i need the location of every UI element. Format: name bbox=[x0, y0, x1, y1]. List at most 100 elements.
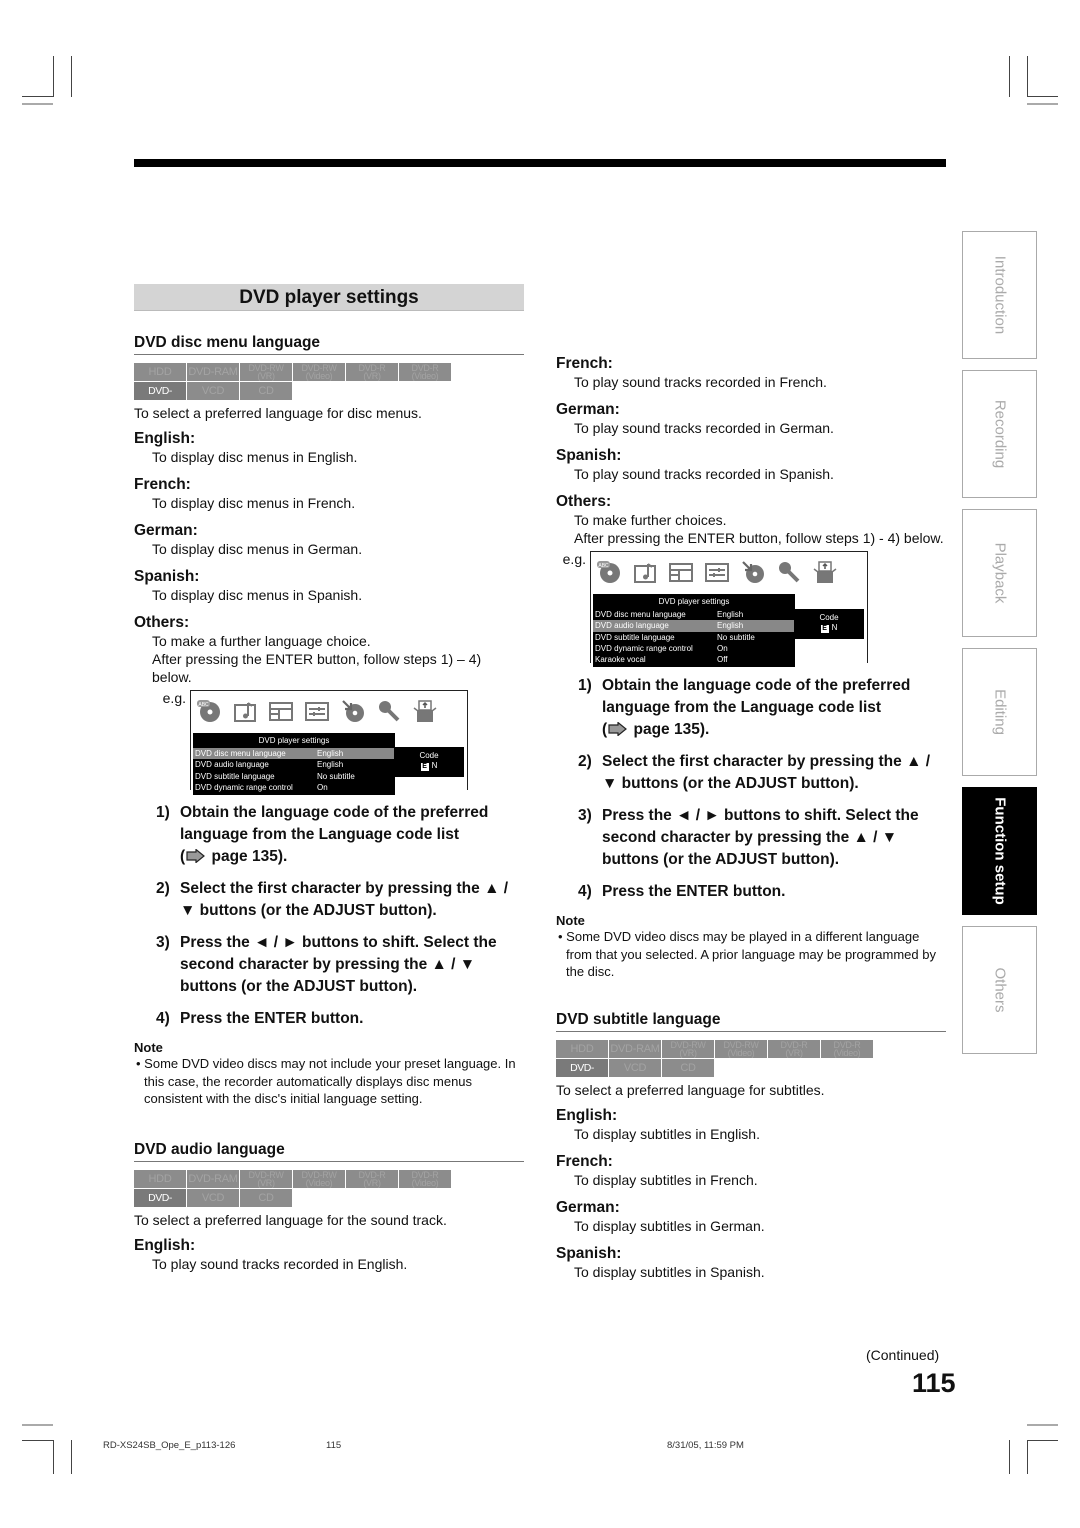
tab-recording[interactable]: Recording bbox=[962, 370, 1037, 498]
crop-mark bbox=[1027, 96, 1058, 97]
note-heading: Note bbox=[556, 913, 585, 928]
crop-mark bbox=[53, 56, 54, 97]
tab-label: Editing bbox=[991, 689, 1008, 735]
option-label: German: bbox=[556, 1198, 620, 1216]
option-label: French: bbox=[556, 355, 613, 372]
osd-menu-row: DVD subtitle language No subtitle bbox=[193, 771, 395, 782]
crop-mark bbox=[1027, 103, 1058, 105]
step-number: 2) bbox=[156, 880, 170, 897]
media-badge: DVD-RAM bbox=[187, 363, 239, 381]
page-title: DVD player settings bbox=[134, 284, 524, 311]
media-badges: HDD DVD-RAM DVD-RW (VR) DVD-RW (Video) DVD-R (V… bbox=[556, 1039, 876, 1077]
media-badge: DVD-RW (VR) bbox=[240, 363, 292, 381]
step-item: 3) Press the ◄ / ► buttons to shift. Sele… bbox=[578, 805, 946, 871]
tab-playback[interactable]: Playback bbox=[962, 509, 1037, 637]
step-item: 2) Select the first character by pressing… bbox=[156, 878, 524, 922]
step-text: Press the ◄ / ► buttons to shift. Select… bbox=[602, 807, 919, 868]
layout-icon bbox=[269, 699, 293, 723]
music-note-icon bbox=[233, 699, 257, 723]
option-desc: After pressing the ENTER button, follow … bbox=[152, 651, 482, 685]
note-body: • Some DVD video discs may be played in … bbox=[558, 929, 936, 979]
tab-label: Playback bbox=[991, 542, 1008, 604]
option-desc: To display subtitles in French. bbox=[574, 1171, 758, 1188]
section-lead: To select a preferred language for the s… bbox=[134, 1211, 447, 1228]
osd-menu-key: DVD dynamic range control bbox=[195, 782, 293, 792]
tab-introduction[interactable]: Introduction bbox=[962, 231, 1037, 359]
option-desc: To display disc menus in English. bbox=[152, 449, 358, 465]
header-rule bbox=[134, 159, 946, 167]
osd-menu-key: DVD dynamic range control bbox=[595, 643, 693, 653]
osd-menu: DVD player settings DVD disc menu languag… bbox=[193, 733, 395, 796]
note-body: • Some DVD video discs may not include y… bbox=[136, 1056, 516, 1106]
step-item: 4) Press the ENTER button. bbox=[578, 881, 946, 903]
step-text: Press the ◄ / ► buttons to shift. Select… bbox=[180, 934, 497, 995]
section-heading-subtitle: DVD subtitle language bbox=[556, 1011, 946, 1032]
box-upload-icon bbox=[813, 560, 837, 584]
osd-menu-key: DVD subtitle language bbox=[595, 632, 675, 642]
crop-mark bbox=[1027, 1440, 1028, 1474]
option-label: English: bbox=[556, 1106, 618, 1124]
osd-menu-title: DVD player settings bbox=[658, 597, 730, 606]
crop-mark bbox=[22, 103, 53, 105]
media-badge: DVD-R (VR) bbox=[346, 1169, 398, 1188]
crop-mark bbox=[53, 1440, 54, 1474]
media-badge: DVD-VIDEO bbox=[556, 1058, 608, 1077]
osd-menu-row: DVD audio language English bbox=[193, 759, 395, 770]
option-desc: To play sound tracks recorded in French. bbox=[574, 374, 827, 390]
step-number: 2) bbox=[578, 753, 592, 770]
option-desc: To display subtitles in Spanish. bbox=[574, 1263, 765, 1280]
osd-menu: DVD player settings DVD disc menu languag… bbox=[593, 594, 795, 668]
example-screen: e.g. ABC DVD player settings DVD disc menu… bbox=[134, 690, 524, 796]
tab-label: Function setup bbox=[991, 797, 1008, 905]
note-heading: Note bbox=[134, 1040, 163, 1055]
crop-mark bbox=[71, 56, 72, 97]
osd-menu-key: DVD disc menu language bbox=[595, 610, 686, 619]
option-label: French: bbox=[556, 1152, 613, 1170]
osd-code-value: EN bbox=[820, 623, 838, 633]
section-lead: To select a preferred language for subti… bbox=[556, 1081, 825, 1098]
option-label: French: bbox=[134, 476, 191, 493]
osd-menu-row: Karaoke vocal Off bbox=[593, 654, 795, 665]
option-label: German: bbox=[556, 401, 620, 418]
tab-editing[interactable]: Editing bbox=[962, 648, 1037, 776]
media-badge: VCD bbox=[609, 1058, 661, 1077]
step-number: 3) bbox=[156, 934, 170, 951]
media-badge: DVD-RW (Video) bbox=[293, 1169, 345, 1188]
osd-menu-title: DVD player settings bbox=[258, 736, 330, 745]
osd-menu-value: On bbox=[717, 643, 728, 653]
option-desc: To display disc menus in Spanish. bbox=[152, 587, 363, 603]
osd-menu-row: DVD disc menu language English bbox=[593, 609, 795, 620]
crop-mark bbox=[1027, 1440, 1058, 1441]
osd-menu-key: DVD subtitle language bbox=[195, 771, 275, 781]
tab-function-setup[interactable]: Function setup bbox=[962, 787, 1037, 915]
option-label: Others: bbox=[556, 493, 612, 510]
media-badge: DVD-R (VR) bbox=[768, 1039, 820, 1058]
osd-icon-bar: ABC bbox=[591, 552, 867, 594]
example-screen: e.g. ABC DVD player settings DVD disc menu… bbox=[534, 551, 946, 668]
media-badge: DVD-RAM bbox=[187, 1169, 239, 1188]
option-desc: To make a further language choice. bbox=[152, 633, 371, 649]
crop-mark bbox=[1009, 1440, 1010, 1474]
step-number: 3) bbox=[578, 807, 592, 824]
osd-icon-bar: ABC bbox=[191, 691, 467, 733]
osd-menu-value: No subtitle bbox=[717, 632, 755, 642]
osd-code-value: EN bbox=[420, 761, 438, 771]
page-ref-arrow-icon bbox=[185, 848, 207, 864]
step-item: 1) Obtain the language code of the prefer… bbox=[156, 802, 524, 868]
disc-arrow-icon bbox=[741, 560, 765, 584]
step-item: 2) Select the first character by pressing… bbox=[578, 751, 946, 795]
tab-others[interactable]: Others bbox=[962, 926, 1037, 1054]
section-heading-disc-menu: DVD disc menu language bbox=[134, 334, 524, 355]
option-label: English: bbox=[134, 1236, 196, 1254]
sliders-icon bbox=[305, 699, 329, 723]
media-badge: CD bbox=[662, 1058, 714, 1077]
osd-code-box: Code E N bbox=[794, 609, 864, 639]
media-badge: HDD bbox=[134, 1169, 186, 1188]
crop-mark bbox=[22, 96, 53, 97]
section-lead: To select a preferred language for disc … bbox=[134, 405, 422, 421]
step-number: 4) bbox=[156, 1010, 170, 1027]
osd-code-label: Code bbox=[819, 613, 839, 622]
media-badges: HDD DVD-RAM DVD-RW (VR) DVD-RW (Video) DVD-R (V… bbox=[134, 363, 454, 400]
svg-text:ABC: ABC bbox=[598, 563, 609, 569]
media-badge: DVD-RAM bbox=[609, 1039, 661, 1058]
